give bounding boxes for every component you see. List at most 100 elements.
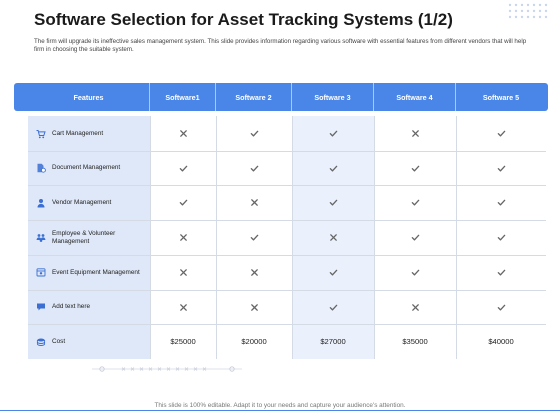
cost-value: $25000: [170, 337, 196, 347]
cost-cell: $27000: [292, 324, 374, 359]
column-header-software-3: Software 3: [292, 83, 374, 111]
check-icon: [250, 234, 258, 241]
check-icon: [497, 130, 505, 137]
check-icon: [497, 200, 505, 206]
table-cell: [216, 185, 292, 220]
feature-label: Vendor Management: [52, 199, 112, 207]
table-cell: [150, 255, 216, 290]
feature-cell: Cost: [28, 324, 150, 359]
table-cell: [456, 151, 546, 186]
table-cell: [150, 290, 216, 325]
table-cell: [456, 255, 546, 290]
table-cell: [456, 290, 546, 325]
table-cell: [374, 255, 456, 290]
table-cell: [374, 185, 456, 220]
decorative-x-line: [92, 366, 242, 372]
footer-divider: [0, 410, 560, 411]
vendor-icon: [37, 198, 45, 208]
cross-icon: [179, 303, 187, 311]
table-cell: [374, 290, 456, 325]
table-cell: [292, 116, 374, 151]
cross-icon: [250, 199, 258, 207]
check-icon: [497, 234, 505, 241]
table-cell: [456, 116, 546, 151]
cost-value: $20000: [241, 337, 267, 347]
table-cell: [456, 220, 546, 255]
cross-icon: [179, 130, 187, 137]
cross-icon: [179, 234, 187, 241]
check-icon: [411, 165, 419, 172]
table-cell: [374, 220, 456, 255]
table-cell: [150, 151, 216, 186]
column-header-features: Features: [28, 83, 150, 111]
feature-cell: Document Management: [28, 151, 150, 186]
check-icon: [250, 165, 258, 172]
feature-cell: Event Equipment Management: [28, 255, 150, 290]
table-cell: [216, 290, 292, 325]
table-cell: [150, 220, 216, 255]
check-icon: [411, 234, 419, 241]
check-icon: [329, 130, 337, 137]
cost-cell: $40000: [456, 324, 546, 359]
cross-icon: [250, 268, 258, 276]
check-icon: [329, 165, 337, 172]
check-icon: [250, 130, 258, 137]
feature-label: Cost: [52, 337, 66, 345]
column-header-software1: Software1: [150, 83, 216, 111]
column-header-software-5: Software 5: [482, 92, 520, 102]
feature-label: Document Management: [52, 164, 121, 172]
cost-cell: $35000: [374, 324, 456, 359]
check-icon: [329, 200, 337, 206]
cost-cell: $25000: [150, 324, 216, 359]
feature-label: Add text here: [52, 303, 91, 311]
check-icon: [411, 200, 419, 206]
table-cell: [456, 185, 546, 220]
feature-cell: Cart Management: [28, 116, 150, 151]
table-cell: [150, 116, 216, 151]
check-icon: [179, 200, 187, 206]
check-icon: [497, 304, 505, 311]
check-icon: [497, 269, 505, 276]
table-cell: [292, 290, 374, 325]
table-cell: [292, 255, 374, 290]
feature-cell: Add text here: [28, 290, 150, 325]
table-cell: [150, 185, 216, 220]
chat-icon: [37, 303, 45, 311]
cart-icon: [36, 129, 46, 138]
check-icon: [179, 165, 187, 172]
cost-value: $35000: [402, 337, 428, 347]
cross-icon: [179, 268, 187, 276]
feature-cell: Vendor Management: [28, 185, 150, 220]
dot-grid-decoration: [508, 3, 548, 19]
check-icon: [411, 269, 419, 276]
cross-icon: [329, 234, 337, 241]
table-cell: [216, 220, 292, 255]
column-header-software-4: Software 4: [374, 83, 456, 111]
table-cell: [292, 151, 374, 186]
table-cell: [374, 116, 456, 151]
column-header-software-2: Software 2: [216, 83, 292, 111]
table-cell: [216, 151, 292, 186]
feature-label: Employee & Volunteer Management: [52, 230, 116, 245]
event-icon: [36, 268, 46, 277]
table-cell: [216, 116, 292, 151]
feature-label: Cart Management: [52, 129, 104, 137]
table-cell: [374, 151, 456, 186]
check-icon: [497, 165, 505, 172]
table-cell: [292, 185, 374, 220]
feature-cell: Employee & Volunteer Management: [28, 220, 150, 255]
cross-icon: [411, 303, 419, 311]
slide-footer-note: This slide is 100% editable. Adapt it to…: [154, 402, 406, 409]
cost-value: $27000: [320, 337, 346, 347]
cross-icon: [250, 303, 258, 311]
table-cell: [216, 255, 292, 290]
coins-icon: [36, 338, 46, 346]
feature-label: Event Equipment Management: [52, 268, 140, 276]
document-gear-icon: [37, 163, 46, 173]
cost-cell: $20000: [216, 324, 292, 359]
cost-value: $40000: [488, 337, 514, 347]
check-icon: [329, 304, 337, 311]
feature-comparison-table: Features Software1 Software 2 Software 3 Sof…: [14, 83, 548, 359]
slide-subtitle: The firm will upgrade its ineffective sa…: [34, 38, 527, 53]
check-icon: [329, 269, 337, 276]
